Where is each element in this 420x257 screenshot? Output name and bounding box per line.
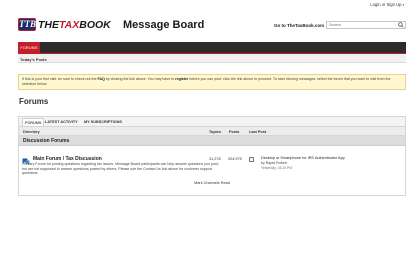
tab-latest-activity[interactable]: LATEST ACTIVITY xyxy=(45,120,78,124)
chevron-down-icon: ▾ xyxy=(402,3,404,7)
category-row: Discussion Forums xyxy=(19,136,405,146)
logo-book: BOOK xyxy=(79,19,111,31)
faq-link[interactable]: FAQ xyxy=(98,77,105,81)
forum-topics-count: 31,278 xyxy=(209,157,221,161)
mark-channels-read-link[interactable]: Mark Channels Read xyxy=(19,181,405,185)
sub-navbar: Today's Posts xyxy=(18,54,406,63)
last-post-date: Yesterday, 03:15 PM xyxy=(261,165,293,170)
category-title[interactable]: Discussion Forums xyxy=(23,138,69,144)
col-topics: Topics xyxy=(209,129,221,134)
forum-panel: FORUMS LATEST ACTIVITY MY SUBSCRIPTIONS … xyxy=(18,116,406,196)
forum-tabs: FORUMS LATEST ACTIVITY MY SUBSCRIPTIONS xyxy=(19,117,405,127)
site-title: Message Board xyxy=(123,19,205,31)
notice-text-2: by clicking the link above. You may have… xyxy=(104,77,176,81)
tab-my-subscriptions[interactable]: MY SUBSCRIPTIONS xyxy=(84,120,122,124)
last-post-author-link[interactable]: by Rapid Robert xyxy=(261,161,287,165)
forum-description: Primary Forum for posting questions rega… xyxy=(22,162,219,176)
forum-posts-count: 204,975 xyxy=(228,157,242,161)
notice-text-1: If this is your first visit, be sure to … xyxy=(22,77,98,81)
column-headers: Directory Topics Posts Last Post xyxy=(19,127,405,136)
search-box xyxy=(326,21,406,29)
todays-posts-link[interactable]: Today's Posts xyxy=(20,57,47,62)
logo-mark[interactable]: TTB xyxy=(18,18,36,31)
login-signup-label: Login or Sign Up xyxy=(370,2,402,7)
login-signup-link[interactable]: Login or Sign Up▾ xyxy=(370,2,404,7)
goto-thetaxbook-link[interactable]: Go to TheTaxBook.com xyxy=(274,23,324,28)
last-post-title-link[interactable]: Desktop or Smartphone for IRS Authentica… xyxy=(261,156,345,160)
welcome-notice: If this is your first visit, be sure to … xyxy=(18,74,406,90)
col-posts: Posts xyxy=(229,129,240,134)
search-icon[interactable] xyxy=(398,22,404,28)
forum-row: Main Forum / Tax Discussion Primary Foru… xyxy=(19,146,405,179)
page-title: Forums xyxy=(19,97,49,106)
nav-tab-forums[interactable]: FORUMS xyxy=(18,42,40,53)
logo-tax: TAX xyxy=(59,19,80,31)
site-header: TTB THETAXBOOK Message Board Go to TheTa… xyxy=(18,13,406,37)
logo-the: THE xyxy=(38,19,59,31)
main-navbar: FORUMS xyxy=(18,42,406,54)
tab-forums[interactable]: FORUMS xyxy=(22,118,45,126)
col-directory: Directory xyxy=(23,129,40,134)
top-bar: Login or Sign Up▾ xyxy=(0,0,420,10)
last-post-document-icon xyxy=(249,157,254,162)
register-link[interactable]: register xyxy=(175,77,188,81)
logo-wordmark[interactable]: THETAXBOOK xyxy=(38,19,111,31)
col-last-post: Last Post xyxy=(249,129,267,134)
search-input[interactable] xyxy=(327,22,397,28)
